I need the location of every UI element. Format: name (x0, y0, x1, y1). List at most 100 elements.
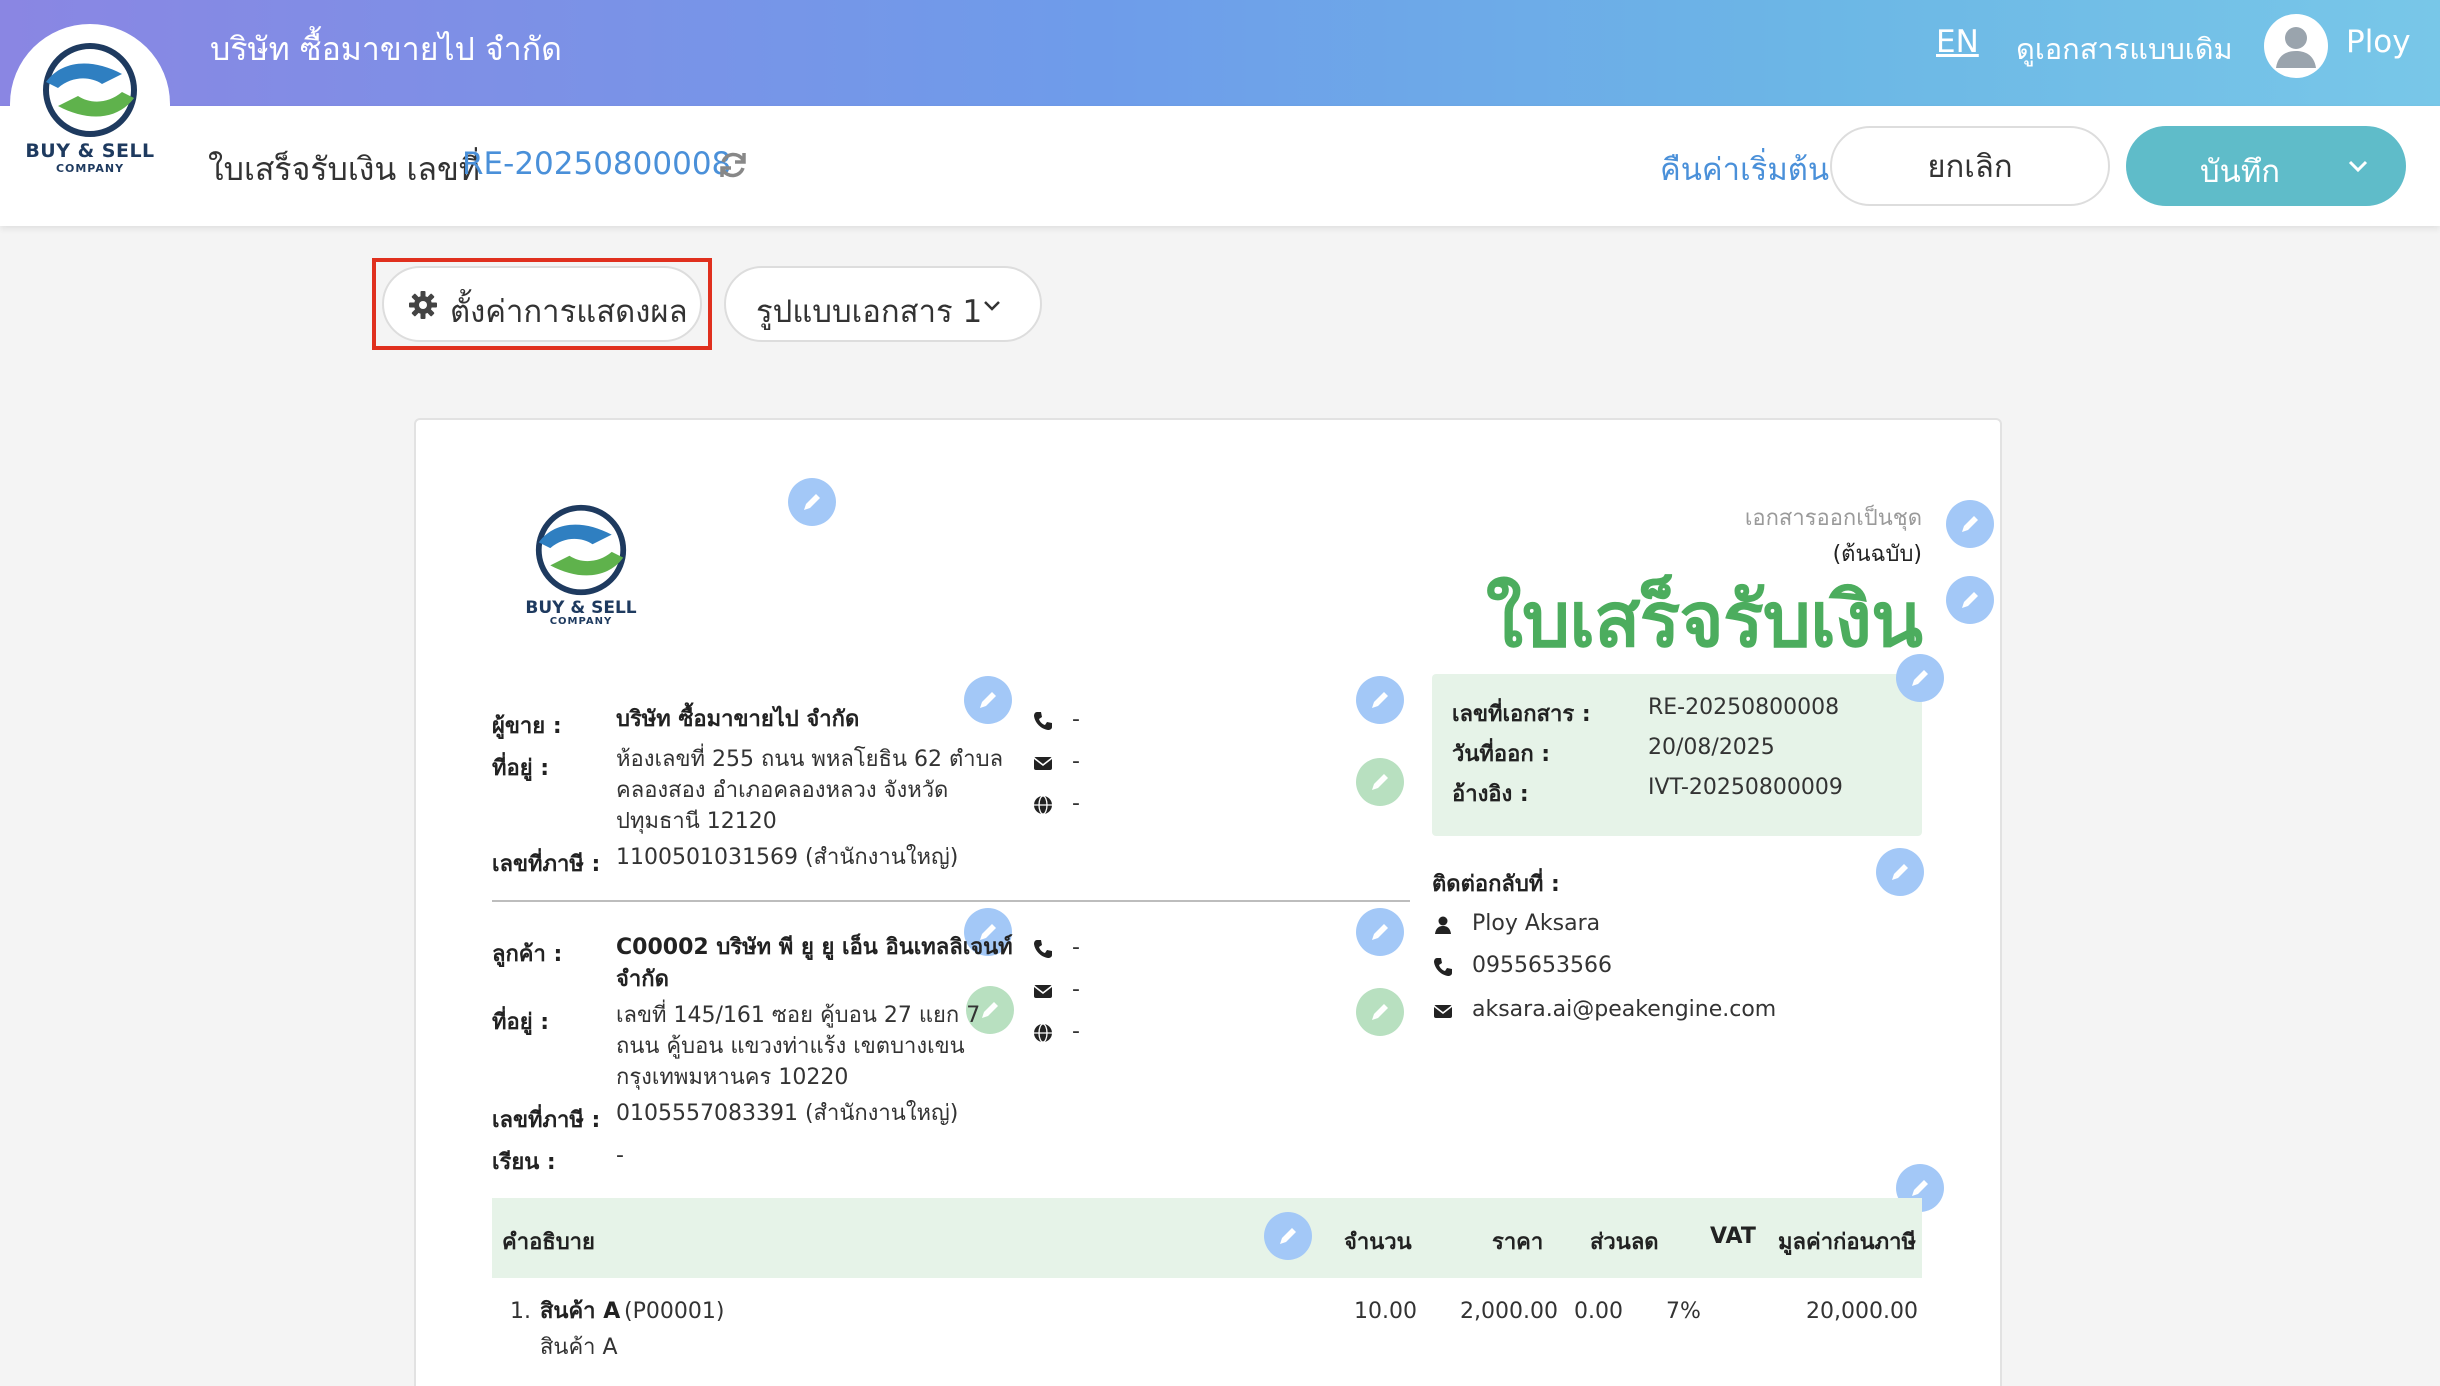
section-divider (492, 900, 1410, 902)
chevron-down-icon (984, 301, 1000, 311)
customer-phone: - (1072, 935, 1080, 960)
doc-number-link[interactable]: RE-20250800008 (462, 146, 731, 182)
phone-icon (1034, 712, 1052, 730)
edit-info-icon[interactable] (1896, 654, 1944, 702)
contact-label: ติดต่อกลับที่ : (1432, 872, 1560, 897)
template-label: รูปแบบเอกสาร 1 (756, 294, 983, 330)
customer-website: - (1072, 1019, 1080, 1044)
attention-label: เรียน : (492, 1150, 556, 1175)
save-button-label: บันทึก (2200, 154, 2281, 190)
company-logo[interactable]: BUY & SELL COMPANY (10, 24, 170, 208)
edit-copy-note-icon[interactable] (1946, 500, 1994, 548)
customer-label: ลูกค้า : (492, 942, 563, 967)
refresh-icon[interactable] (716, 148, 750, 182)
row-amount: 20,000.00 (1806, 1299, 1918, 1324)
row-price: 2,000.00 (1460, 1299, 1558, 1324)
attention-value: - (616, 1143, 624, 1168)
seller-address-label: ที่อยู่ : (492, 756, 550, 781)
col-description: คำอธิบาย (502, 1230, 595, 1255)
customer-name-line: C00002 บริษัท พี ยู ยู เอ็น อินเทลลิเจนท… (616, 935, 1013, 960)
customer-address-line: เลขที่ 145/161 ซอย คู้บอน 27 แยก 7 (616, 1003, 981, 1028)
edit-customer-contact-green-icon[interactable] (1356, 988, 1404, 1036)
doc-heading: ใบเสร็จรับเงิน เลขที่ (208, 150, 480, 188)
customer-tax-label: เลขที่ภาษี : (492, 1108, 601, 1133)
customer-address-label: ที่อยู่ : (492, 1010, 550, 1035)
phone-icon (1434, 958, 1452, 976)
contact-phone: 0955653566 (1472, 953, 1612, 978)
display-settings-label: ตั้งค่าการแสดงผล (450, 294, 688, 330)
logo-subtitle: COMPANY (55, 162, 125, 175)
globe-icon (1034, 795, 1052, 815)
email-icon (1433, 1005, 1453, 1018)
save-button[interactable]: บันทึก (2126, 126, 2406, 206)
logo-name: BUY & SELL (525, 598, 637, 618)
doc-no-label: เลขที่เอกสาร : (1452, 702, 1591, 727)
col-discount: ส่วนลด (1590, 1230, 1659, 1255)
row-discount: 0.00 (1574, 1299, 1623, 1324)
document-type-title: ใบเสร็จรับเงิน (1485, 575, 1923, 664)
edit-columns-icon[interactable] (1264, 1212, 1312, 1260)
col-amount: มูลค่าก่อนภาษี (1778, 1230, 1916, 1255)
handshake-logo-icon (43, 43, 137, 137)
reference-label: อ้างอิง : (1452, 782, 1529, 807)
col-vat: VAT (1710, 1224, 1756, 1249)
edit-contact-icon[interactable] (1876, 848, 1924, 896)
logo-subtitle: COMPANY (549, 616, 613, 627)
document-preview: BUY & SELL COMPANY เอกสารออกเป็นชุด (ต้น… (414, 418, 2002, 1386)
col-price: ราคา (1492, 1230, 1544, 1255)
row-qty: 10.00 (1354, 1299, 1417, 1324)
globe-icon (1034, 1023, 1052, 1043)
old-doc-view-link[interactable]: ดูเอกสารแบบเดิม (2016, 26, 2233, 72)
edit-seller-icon[interactable] (964, 676, 1012, 724)
customer-name-line: จำกัด (616, 967, 669, 992)
chevron-down-icon[interactable] (2344, 152, 2372, 180)
row-index: 1. (510, 1299, 531, 1324)
customer-tax-id: 0105557083391 (สำนักงานใหญ่) (616, 1101, 959, 1126)
seller-label: ผู้ขาย : (492, 714, 562, 739)
email-icon (1033, 985, 1053, 998)
company-name: บริษัท ซื้อมาขายไป จำกัด (210, 30, 562, 68)
logo-name: BUY & SELL (25, 140, 155, 162)
reference-value: IVT-20250800009 (1648, 775, 1843, 800)
seller-website: - (1072, 791, 1080, 816)
display-settings-button[interactable]: ตั้งค่าการแสดงผล (382, 266, 702, 342)
row-item-desc: สินค้า A (540, 1335, 618, 1360)
row-item-name: สินค้า A (540, 1299, 621, 1324)
document-logo: BUY & SELL COMPANY (516, 502, 646, 627)
edit-customer-contact-icon[interactable] (1356, 908, 1404, 956)
edit-title-icon[interactable] (1946, 576, 1994, 624)
gear-icon (409, 291, 437, 319)
cancel-button[interactable]: ยกเลิก (1830, 126, 2110, 206)
customer-address-line: ถนน คู้บอน แขวงท่าแร้ง เขตบางเขน (616, 1034, 965, 1059)
doc-no-value: RE-20250800008 (1648, 695, 1840, 720)
phone-icon (1034, 940, 1052, 958)
template-select[interactable]: รูปแบบเอกสาร 1 (724, 266, 1042, 342)
document-set-note: เอกสารออกเป็นชุด (1744, 506, 1922, 531)
customer-email: - (1072, 977, 1080, 1002)
contact-name: Ploy Aksara (1472, 911, 1601, 936)
reset-defaults-link[interactable]: คืนค่าเริ่มต้น (1660, 144, 1829, 194)
row-item-code: (P00001) (624, 1299, 725, 1324)
issue-date-value: 20/08/2025 (1648, 735, 1775, 760)
handshake-logo-icon (535, 504, 627, 596)
user-avatar-icon[interactable] (2264, 14, 2328, 78)
row-vat: 7% (1666, 1299, 1701, 1324)
seller-address-line: ปทุมธานี 12120 (616, 809, 777, 834)
language-switch[interactable]: EN (1936, 24, 1979, 60)
edit-seller-contact-green-icon[interactable] (1356, 758, 1404, 806)
email-icon (1033, 757, 1053, 770)
top-bar: บริษัท ซื้อมาขายไป จำกัด EN ดูเอกสารแบบเ… (0, 0, 2440, 106)
seller-tax-label: เลขที่ภาษี : (492, 852, 601, 877)
contact-email: aksara.ai@peakengine.com (1472, 997, 1777, 1022)
document-header-bar: ใบเสร็จรับเงิน เลขที่ RE-20250800008 คืน… (0, 106, 2440, 226)
customer-address-line: กรุงเทพมหานคร 10220 (616, 1065, 849, 1090)
col-quantity: จำนวน (1344, 1230, 1412, 1255)
seller-tax-id: 1100501031569 (สำนักงานใหญ่) (616, 845, 959, 870)
user-name[interactable]: Ploy (2346, 24, 2411, 60)
issue-date-label: วันที่ออก : (1452, 742, 1551, 767)
seller-address-line: คลองสอง อำเภอคลองหลวง จังหวัด (616, 778, 949, 803)
edit-seller-contact-icon[interactable] (1356, 676, 1404, 724)
seller-name: บริษัท ซื้อมาขายไป จำกัด (616, 707, 860, 732)
seller-phone: - (1072, 707, 1080, 732)
edit-logo-icon[interactable] (788, 478, 836, 526)
